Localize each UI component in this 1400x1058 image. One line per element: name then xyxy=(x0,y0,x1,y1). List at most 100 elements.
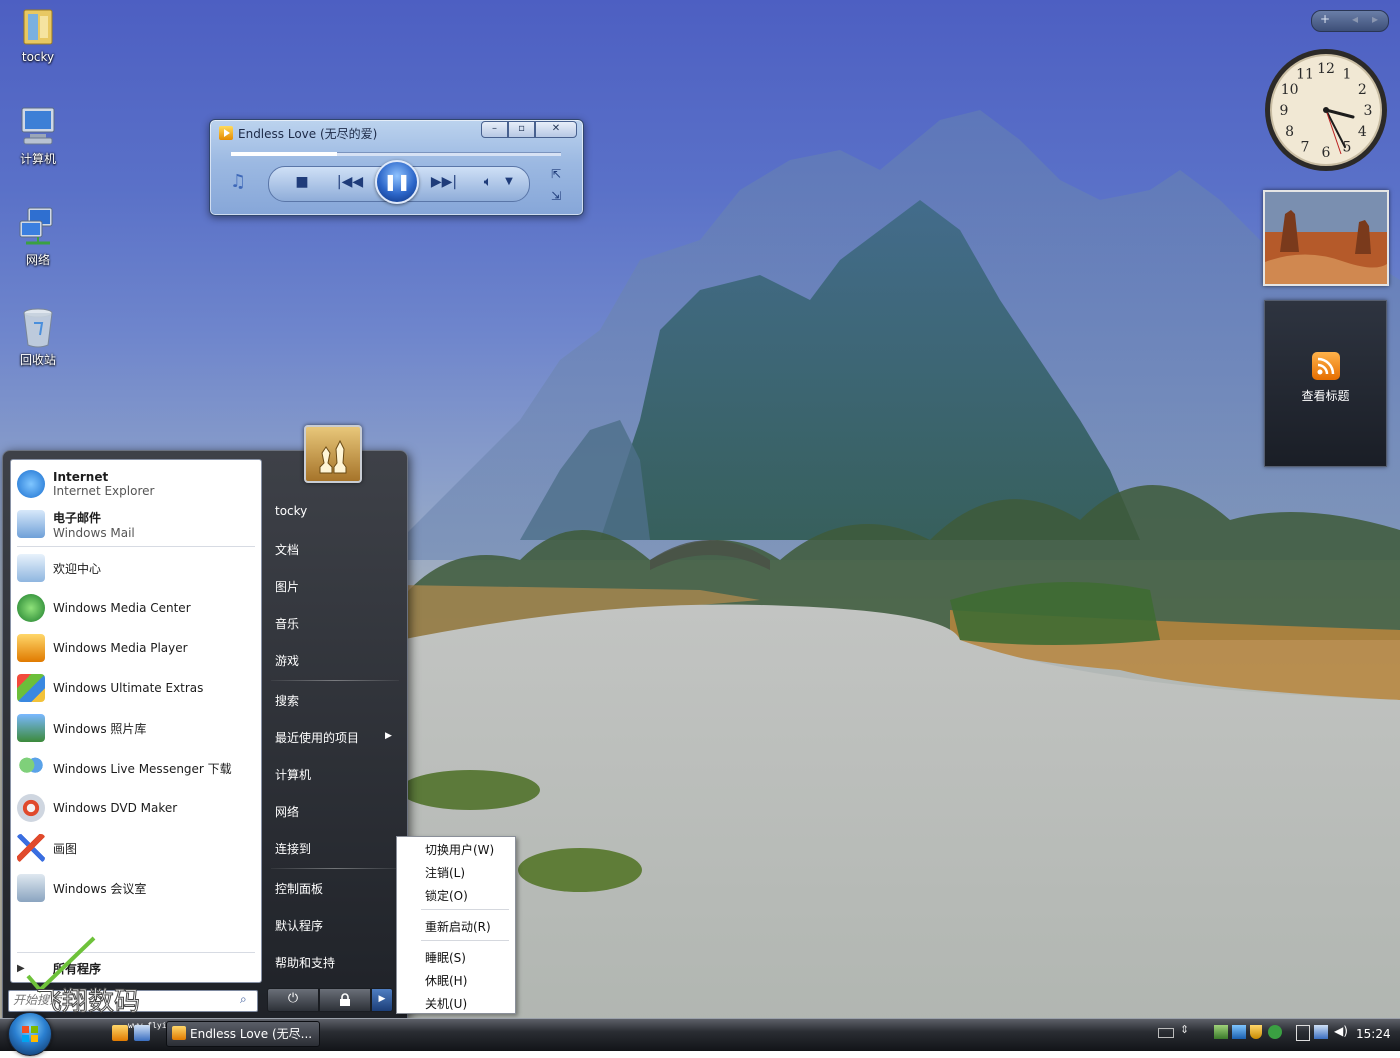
view-headlines-label[interactable]: 查看标题 xyxy=(1265,387,1386,404)
clock-gadget[interactable]: 12 1 2 3 4 5 6 7 8 9 10 11 xyxy=(1263,47,1389,173)
pinned-internet[interactable]: Internet Internet Explorer xyxy=(17,464,257,504)
next-icon[interactable]: ▶▶| xyxy=(426,172,462,192)
menu-item-restart[interactable]: 重新启动(R) xyxy=(425,918,491,935)
program-label: 欢迎中心 xyxy=(53,561,102,576)
start-item-games[interactable]: 游戏 xyxy=(275,652,299,669)
menu-item-lock[interactable]: 锁定(O) xyxy=(425,887,468,904)
feed-headlines-gadget[interactable]: 查看标题 xyxy=(1264,300,1387,467)
tray-app-icon[interactable] xyxy=(1214,1025,1228,1039)
menu-item-log-off[interactable]: 注销(L) xyxy=(425,864,465,881)
slideshow-gadget[interactable] xyxy=(1263,190,1389,286)
program-label: Windows Media Center xyxy=(53,601,191,615)
dvd-maker-icon xyxy=(17,794,45,822)
program-item[interactable]: 画图 xyxy=(17,830,257,866)
program-label: Windows Live Messenger 下载 xyxy=(53,761,232,776)
compact-mode-icon[interactable]: ⇲ xyxy=(548,186,564,206)
program-item[interactable]: Windows Live Messenger 下载 xyxy=(17,750,257,786)
prev-gadget-button[interactable]: ◂ xyxy=(1352,12,1358,26)
desktop-icon-label: 计算机 xyxy=(19,152,56,166)
program-label: Windows Ultimate Extras xyxy=(53,681,204,695)
internet-explorer-icon xyxy=(17,470,45,498)
tray-status-icon[interactable] xyxy=(1268,1025,1282,1039)
quicklaunch-show-desktop-icon[interactable] xyxy=(134,1025,150,1041)
network-tray-icon[interactable] xyxy=(1314,1025,1328,1039)
close-button[interactable]: ✕ xyxy=(535,121,577,138)
minimize-button[interactable]: – xyxy=(481,121,508,138)
watermark-text: 飞翔数码 xyxy=(36,987,140,1017)
menu-item-switch-user[interactable]: 切换用户(W) xyxy=(425,841,494,858)
menu-separator xyxy=(421,940,509,941)
chess-pieces-icon xyxy=(319,439,347,474)
tray-network-status-icon[interactable] xyxy=(1232,1025,1246,1039)
taskbar-button-media-player[interactable]: Endless Love (无尽... xyxy=(166,1021,320,1047)
start-item-user-folder[interactable]: tocky xyxy=(275,504,307,518)
start-item-computer[interactable]: 计算机 xyxy=(275,766,311,783)
program-item[interactable]: Windows Ultimate Extras xyxy=(17,670,257,706)
start-item-control-panel[interactable]: 控制面板 xyxy=(275,880,323,897)
window-title: Endless Love (无尽的爱) xyxy=(238,127,378,141)
power-options-menu: 切换用户(W) 注销(L) 锁定(O) 重新启动(R) 睡眠(S) 休眠(H) … xyxy=(396,836,516,1014)
start-item-pictures[interactable]: 图片 xyxy=(275,578,299,595)
desktop-icon-recycle-bin[interactable]: 回收站 xyxy=(0,305,76,368)
media-player-window[interactable]: Endless Love (无尽的爱) – ▫ ✕ ♫ ■ |◀◀ ❚❚ ▶▶|… xyxy=(209,119,584,216)
switch-to-library-icon[interactable]: ⇱ xyxy=(548,164,564,184)
user-folder-icon xyxy=(16,4,60,48)
power-status-icon[interactable] xyxy=(1296,1025,1310,1041)
window-buttons: – ▫ ✕ xyxy=(481,121,577,138)
security-shield-icon[interactable] xyxy=(1250,1025,1262,1039)
sidebar-controls: + ◂ ▸ xyxy=(1311,10,1389,32)
program-item[interactable]: Windows 会议室 xyxy=(17,870,257,906)
clock-numeral: 2 xyxy=(1358,82,1367,98)
start-item-help-support[interactable]: 帮助和支持 xyxy=(275,954,335,971)
clock-numeral: 4 xyxy=(1358,124,1367,140)
clock-numeral: 8 xyxy=(1285,124,1294,140)
start-item-recent-items[interactable]: 最近使用的项目 xyxy=(275,729,359,746)
lock-button[interactable] xyxy=(319,988,371,1012)
rss-icon xyxy=(1312,352,1340,380)
taskbar-clock[interactable]: 15:24 xyxy=(1356,1027,1391,1041)
start-item-documents[interactable]: 文档 xyxy=(275,541,299,558)
volume-icon[interactable]: 🔈︎ xyxy=(478,172,498,192)
menu-item-hibernate[interactable]: 休眠(H) xyxy=(425,972,467,989)
power-options-arrow[interactable]: ▶ xyxy=(371,988,393,1012)
quicklaunch-media-player-icon[interactable] xyxy=(112,1025,128,1041)
search-icon[interactable]: ⌕ xyxy=(240,992,247,1007)
volume-tray-icon[interactable]: ◀) xyxy=(1334,1024,1348,1038)
start-item-connect-to[interactable]: 连接到 xyxy=(275,840,311,857)
photo-gallery-icon xyxy=(17,714,45,742)
submenu-arrow-icon: ▶ xyxy=(385,731,392,741)
pinned-email[interactable]: 电子邮件 Windows Mail xyxy=(17,504,257,544)
paint-icon xyxy=(17,834,45,862)
desktop-icon-computer[interactable]: 计算机 xyxy=(0,104,76,167)
pinned-subtitle: Internet Explorer xyxy=(53,484,155,498)
program-item[interactable]: Windows Media Center xyxy=(17,590,257,626)
program-item[interactable]: Windows 照片库 xyxy=(17,710,257,746)
power-button[interactable]: ⏻ xyxy=(267,988,319,1012)
chevron-down-icon[interactable]: ▼ xyxy=(502,172,516,192)
next-gadget-button[interactable]: ▸ xyxy=(1372,12,1378,26)
language-bar-icon[interactable]: ⇕ xyxy=(1180,1023,1189,1036)
lock-icon xyxy=(340,993,350,1006)
pause-icon[interactable]: ❚❚ xyxy=(375,160,419,204)
add-gadget-button[interactable]: + xyxy=(1320,12,1330,26)
media-player-icon xyxy=(172,1026,186,1040)
seek-bar[interactable] xyxy=(231,152,561,156)
clock-numeral: 1 xyxy=(1343,67,1352,83)
menu-item-shut-down[interactable]: 关机(U) xyxy=(425,995,467,1012)
previous-icon[interactable]: |◀◀ xyxy=(332,172,368,192)
seek-bar-fill xyxy=(231,152,337,156)
start-item-network[interactable]: 网络 xyxy=(275,803,299,820)
stop-icon[interactable]: ■ xyxy=(292,172,312,192)
start-item-default-programs[interactable]: 默认程序 xyxy=(275,917,323,934)
program-item[interactable]: Windows Media Player xyxy=(17,630,257,666)
menu-item-sleep[interactable]: 睡眠(S) xyxy=(425,949,466,966)
program-item[interactable]: 欢迎中心 xyxy=(17,550,257,586)
meeting-space-icon xyxy=(17,874,45,902)
start-item-music[interactable]: 音乐 xyxy=(275,615,299,632)
desktop-icon-network[interactable]: 网络 xyxy=(0,205,76,268)
maximize-button[interactable]: ▫ xyxy=(508,121,535,138)
desktop-icon-user-folder[interactable]: tocky xyxy=(0,4,76,64)
program-item[interactable]: Windows DVD Maker xyxy=(17,790,257,826)
keyboard-icon[interactable] xyxy=(1158,1028,1174,1038)
start-item-search[interactable]: 搜索 xyxy=(275,692,299,709)
